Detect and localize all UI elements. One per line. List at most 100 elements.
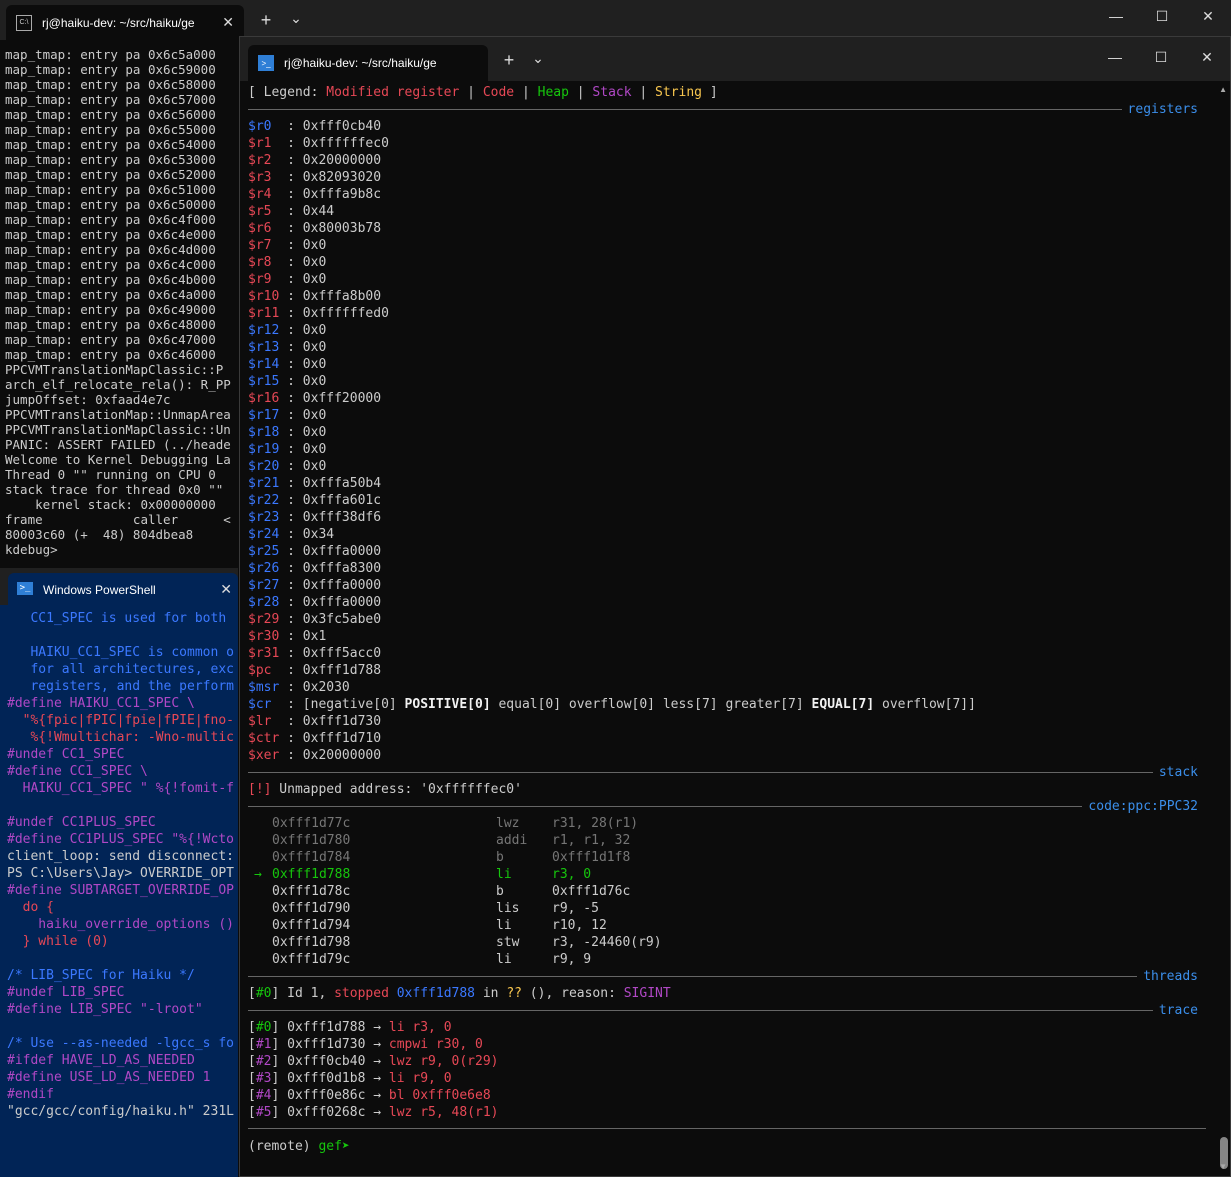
register-colon: :: [287, 646, 303, 661]
back-output-line: PANIC: ASSERT FAILED (../heade: [5, 437, 231, 452]
register-row: $r7 : 0x0: [248, 237, 976, 254]
back-output-line: jumpOffset: 0xfaad4e7c: [5, 392, 171, 407]
register-colon: :: [287, 408, 303, 423]
front-tab-title: rj@haiku-dev: ~/src/haiku/ge: [284, 56, 437, 70]
register-name: $r17: [248, 408, 288, 423]
minimize-icon[interactable]: —: [1092, 49, 1138, 65]
legend-code: Code: [482, 85, 515, 100]
register-row: $r25 : 0xfffa0000: [248, 543, 976, 560]
code-line: 0xfff1d77c lwz r31, 28(r1): [248, 815, 948, 832]
powershell-output-line: "gcc/gcc/config/haiku.h" 231L: [7, 1104, 234, 1119]
code-line: 0xfff1d780 addi r1, r1, 32: [248, 832, 948, 849]
register-colon: :: [287, 595, 303, 610]
thread-reason-label: (), reason:: [521, 986, 624, 1001]
thread-function: ??: [506, 986, 522, 1001]
register-name: $r28: [248, 595, 288, 610]
powershell-output-line: client_loop: send disconnect:: [7, 849, 234, 864]
register-colon: :: [287, 578, 303, 593]
scroll-down-icon[interactable]: ▼: [1219, 1162, 1227, 1171]
maximize-icon[interactable]: ☐: [1139, 8, 1185, 25]
register-name: $r13: [248, 340, 288, 355]
cr-flag: EQUAL[7]: [811, 697, 875, 712]
trace-bracket: ]: [271, 1105, 288, 1120]
register-colon: :: [287, 476, 303, 491]
chevron-down-icon[interactable]: ⌄: [284, 10, 308, 27]
scroll-up-icon[interactable]: ▲: [1219, 85, 1227, 94]
register-colon: :: [287, 510, 303, 525]
back-tab-title: rj@haiku-dev: ~/src/haiku/ge: [42, 15, 195, 30]
register-value: 0x0: [302, 459, 327, 474]
new-tab-button[interactable]: +: [254, 10, 278, 31]
close-icon[interactable]: ✕: [222, 14, 234, 31]
minimize-icon[interactable]: —: [1093, 8, 1139, 24]
register-row: $r26 : 0xfffa8300: [248, 560, 976, 577]
powershell-output-line: #define HAIKU_CC1_SPEC \: [7, 696, 195, 711]
register-value: 0x0: [302, 255, 327, 270]
trace-bracket: [: [248, 1037, 256, 1052]
legend-string: String: [655, 85, 703, 100]
register-value: 0xfffa0000: [302, 544, 382, 559]
powershell-output-line: #undef CC1_SPEC: [7, 747, 125, 762]
trace-bracket: [: [248, 1071, 256, 1086]
register-row: $r11 : 0xffffffed0: [248, 305, 976, 322]
code-operands: r10, 12: [552, 918, 607, 933]
register-name: $r26: [248, 561, 288, 576]
trace-arrow-icon: →: [365, 1054, 389, 1069]
code-address: 0xfff1d790: [272, 901, 351, 916]
register-row: $r3 : 0x82093020: [248, 169, 976, 186]
chevron-down-icon[interactable]: ⌄: [526, 50, 550, 67]
register-colon: :: [287, 153, 303, 168]
back-output-line: map_tmap: entry pa 0x6c46000: [5, 347, 224, 362]
powershell-output-line: "%{fpic|fPIC|fpie|fPIE|fno-: [7, 713, 234, 728]
gef-prompt[interactable]: (remote) gef➤: [248, 1138, 350, 1155]
trace-section-label: trace: [1152, 1002, 1206, 1019]
powershell-output-line: [7, 627, 234, 644]
new-tab-button[interactable]: +: [497, 50, 521, 71]
stack-message-text: Unmapped address: '0xffffffec0': [271, 782, 522, 797]
legend-sep: |: [514, 85, 538, 100]
trace-arrow-icon: →: [365, 1088, 389, 1103]
legend-modified: Modified register: [326, 85, 460, 100]
register-row: $r14 : 0x0: [248, 356, 976, 373]
trace-bracket: [: [248, 1020, 256, 1035]
code-operands: r3, -24460(r9): [552, 935, 662, 950]
back-tab-bar: C:\ rj@haiku-dev: ~/src/haiku/ge ✕ + ⌄ —…: [0, 0, 1231, 40]
register-name: $r2: [248, 153, 288, 168]
powershell-output-line: [7, 797, 234, 814]
code-opcode: li: [496, 867, 512, 882]
powershell-output-line: for all architectures, exc: [7, 662, 234, 677]
powershell-tab[interactable]: >_ Windows PowerShell ✕: [8, 573, 238, 605]
thread-id-tag: #0: [255, 986, 272, 1001]
powershell-output-line: } while (0): [7, 934, 109, 949]
register-value: 0xfffa8300: [302, 561, 382, 576]
trace-bracket: ]: [271, 1054, 288, 1069]
register-colon: :: [287, 459, 303, 474]
register-value: 0x0: [302, 408, 327, 423]
trace-arrow-icon: →: [365, 1071, 389, 1086]
register-value: 0x44: [302, 204, 335, 219]
gef-label: gef➤: [318, 1139, 350, 1154]
register-value: 0x0: [302, 357, 327, 372]
register-row: $r0 : 0xfff0cb40: [248, 118, 976, 135]
front-terminal-tab[interactable]: >_ rj@haiku-dev: ~/src/haiku/ge: [248, 45, 488, 81]
register-value: 0xffffffec0: [302, 136, 389, 151]
code-opcode: li: [496, 918, 512, 933]
close-icon[interactable]: ✕: [220, 581, 232, 598]
thread-line: [#0] Id 1, stopped 0xfff1d788 in ?? (), …: [248, 985, 671, 1002]
code-gutter: [254, 832, 270, 849]
close-window-icon[interactable]: ✕: [1185, 8, 1231, 25]
code-gutter: [254, 815, 270, 832]
back-output-line: map_tmap: entry pa 0x6c48000: [5, 317, 224, 332]
register-row: $msr : 0x2030: [248, 679, 976, 696]
register-row: $r28 : 0xfffa0000: [248, 594, 976, 611]
code-line: 0xfff1d798 stw r3, -24460(r9): [248, 934, 948, 951]
close-window-icon[interactable]: ✕: [1184, 49, 1230, 66]
trace-address: 0xfff0cb40: [287, 1054, 366, 1069]
trace-instruction: lwz r9, 0(r29): [388, 1054, 499, 1069]
code-panel: 0xfff1d77c lwz r31, 28(r1) 0xfff1d780 addi r…: [248, 815, 948, 968]
register-row: $r19 : 0x0: [248, 441, 976, 458]
trace-address: 0xfff0d1b8: [287, 1071, 366, 1086]
back-terminal-tab[interactable]: C:\ rj@haiku-dev: ~/src/haiku/ge ✕: [6, 5, 244, 40]
register-row: $xer : 0x20000000: [248, 747, 976, 764]
maximize-icon[interactable]: ☐: [1138, 49, 1184, 66]
